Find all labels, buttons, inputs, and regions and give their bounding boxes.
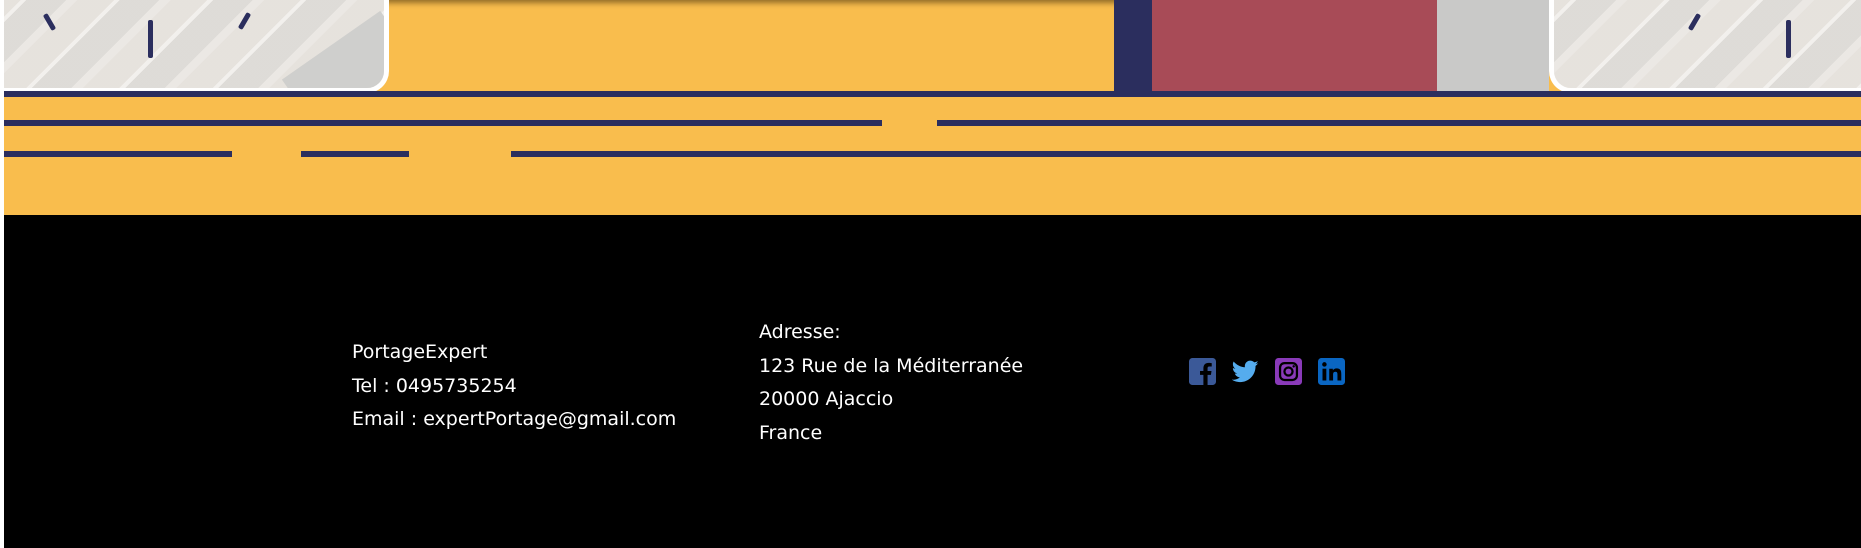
door-frame	[1114, 0, 1152, 95]
postal-address: Adresse: 123 Rue de la Méditerranée 2000…	[759, 316, 1023, 450]
window-panel-right	[1549, 0, 1861, 93]
address-label: Adresse:	[759, 321, 841, 343]
social-links	[1189, 358, 1345, 385]
company-name: PortageExpert	[352, 341, 488, 363]
window-panel-left	[4, 0, 389, 93]
email-address: Email : expertPortage@gmail.com	[352, 408, 677, 430]
address-country: France	[759, 421, 823, 444]
floor-line	[4, 91, 1861, 97]
phone-number: Tel : 0495735254	[352, 374, 517, 397]
facebook-icon[interactable]	[1189, 358, 1216, 385]
site-footer: PortageExpert Tel : 0495735254 Email : e…	[4, 215, 1861, 548]
twitter-icon[interactable]	[1232, 358, 1259, 385]
wall-segment	[1437, 0, 1549, 95]
door	[1152, 0, 1437, 95]
address-city: 20000 Ajaccio	[759, 388, 894, 410]
floor-line	[937, 120, 1861, 126]
floor-line	[301, 151, 409, 157]
floor-line	[4, 151, 232, 157]
floor-line	[511, 151, 1861, 157]
contact-info: PortageExpert Tel : 0495735254 Email : e…	[352, 336, 676, 437]
address-street: 123 Rue de la Méditerranée	[759, 354, 1024, 377]
hero-illustration	[4, 0, 1861, 215]
instagram-icon[interactable]	[1275, 358, 1302, 385]
decor-tick	[148, 20, 153, 58]
decor-tick	[1786, 20, 1791, 58]
floor-line	[4, 120, 882, 126]
page: PortageExpert Tel : 0495735254 Email : e…	[4, 0, 1861, 548]
linkedin-icon[interactable]	[1318, 358, 1345, 385]
